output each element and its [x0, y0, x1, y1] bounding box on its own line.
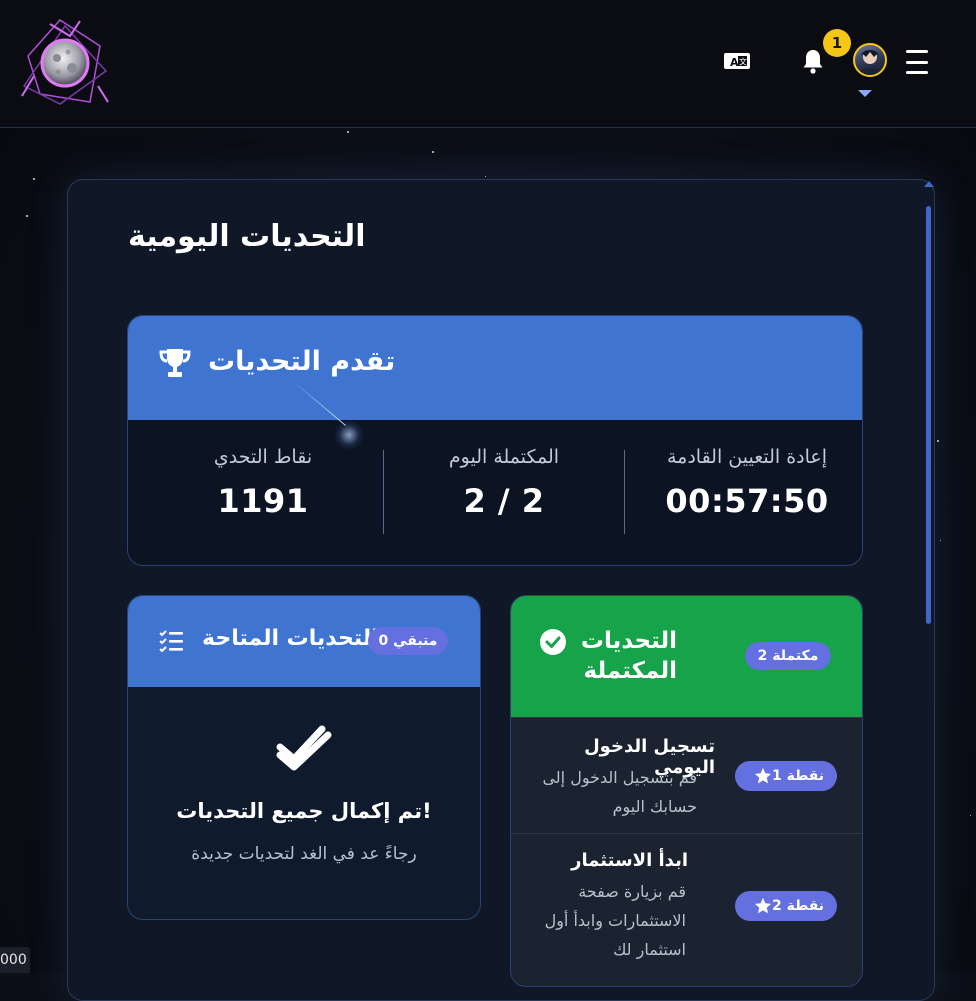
all-done-subtitle: رجاءً عد في الغد لتحديات جديدة [191, 844, 417, 864]
points-badge: نقطة 2 [735, 891, 837, 921]
stat-divider [624, 450, 625, 534]
progress-card-header: تقدم التحديات [128, 316, 862, 420]
page-title: التحديات اليومية [128, 218, 366, 254]
checklist-icon [158, 629, 184, 653]
star-dot [26, 215, 28, 217]
stat-label: نقاط التحدي [213, 446, 313, 468]
star-dot [485, 176, 486, 177]
corner-status-text: 000 [0, 947, 30, 973]
progress-card-title: تقدم التحديات [208, 346, 396, 377]
stat-label: إعادة التعيين القادمة [666, 446, 828, 468]
stat-divider [383, 450, 384, 534]
svg-text:文: 文 [739, 57, 747, 67]
avatar[interactable] [853, 43, 887, 77]
challenge-progress-card: تقدم التحديات إعادة التعيين القادمة 00:5… [127, 315, 863, 566]
scroll-up-arrow-icon[interactable] [924, 181, 934, 187]
points-label: نقطة 2 [771, 898, 825, 914]
double-check-icon [274, 721, 334, 773]
notification-count-badge: 1 [823, 29, 851, 57]
star-dot [33, 178, 35, 180]
completed-challenge-item: ابدأ الاستثمار قم بزيارة صفحة الاستثمارا… [511, 833, 862, 986]
hamburger-menu-icon[interactable] [902, 50, 932, 74]
svg-text:A: A [730, 56, 739, 69]
completed-challenge-item: تسجيل الدخول اليومي قم بتسجيل الدخول إلى… [511, 717, 862, 834]
completed-challenges-card: التحديات المكتملة مكتملة 2 تسجيل الدخول … [510, 595, 863, 987]
stat-value: 1191 [217, 482, 309, 520]
points-label: نقطة 1 [771, 768, 825, 784]
star-dot [432, 151, 434, 153]
description-line: الاستثمارات وابدأ أول [544, 911, 686, 930]
stat-value: 00:57:50 [665, 482, 829, 520]
star-dot [347, 131, 349, 133]
star-dot [937, 440, 939, 442]
star-dot [970, 815, 971, 816]
challenge-points-stat: نقاط التحدي 1191 [188, 446, 338, 520]
bell-icon[interactable] [800, 46, 826, 76]
trophy-icon [158, 346, 192, 380]
available-challenges-card: التحديات المتاحة متبقي 0 !تم إكمال جميع … [127, 595, 481, 920]
top-navbar: A 文 1 [0, 0, 976, 128]
completed-count-badge: مكتملة 2 [745, 642, 831, 670]
stat-value: 2 / 2 [463, 482, 545, 520]
star-icon [754, 767, 772, 784]
logo-moon-icon[interactable] [20, 16, 110, 106]
available-card-header: التحديات المتاحة متبقي 0 [128, 596, 480, 687]
completed-today-stat: المكتملة اليوم 2 / 2 [424, 446, 584, 520]
completed-card-header: التحديات المكتملة مكتملة 2 [511, 596, 862, 717]
remaining-badge: متبقي 0 [368, 627, 448, 655]
stat-label: المكتملة اليوم [448, 446, 560, 468]
chevron-down-icon[interactable] [858, 90, 872, 97]
description-line: استثمار لك [613, 940, 686, 959]
completed-card-title: التحديات المكتملة [580, 628, 677, 684]
scrollbar-thumb[interactable] [926, 206, 931, 624]
star-dot [940, 540, 941, 541]
next-reset-stat: إعادة التعيين القادمة 00:57:50 [654, 446, 840, 520]
available-card-title: التحديات المتاحة [202, 626, 379, 651]
description-line: قم بتسجيل الدخول إلى [542, 768, 697, 787]
star-icon [754, 897, 772, 914]
challenge-description: قم بتسجيل الدخول إلى حسابك اليوم [531, 763, 697, 821]
all-done-title: !تم إكمال جميع التحديات [176, 799, 432, 823]
challenge-description: قم بزيارة صفحة الاستثمارات وابدأ أول است… [531, 877, 686, 964]
challenge-title: ابدأ الاستثمار [571, 850, 688, 871]
shooting-star-glow [334, 420, 364, 450]
description-line: قم بزيارة صفحة [578, 882, 686, 901]
points-badge: نقطة 1 [735, 761, 837, 791]
translate-icon[interactable]: A 文 [722, 50, 752, 72]
description-line: حسابك اليوم [612, 797, 697, 816]
